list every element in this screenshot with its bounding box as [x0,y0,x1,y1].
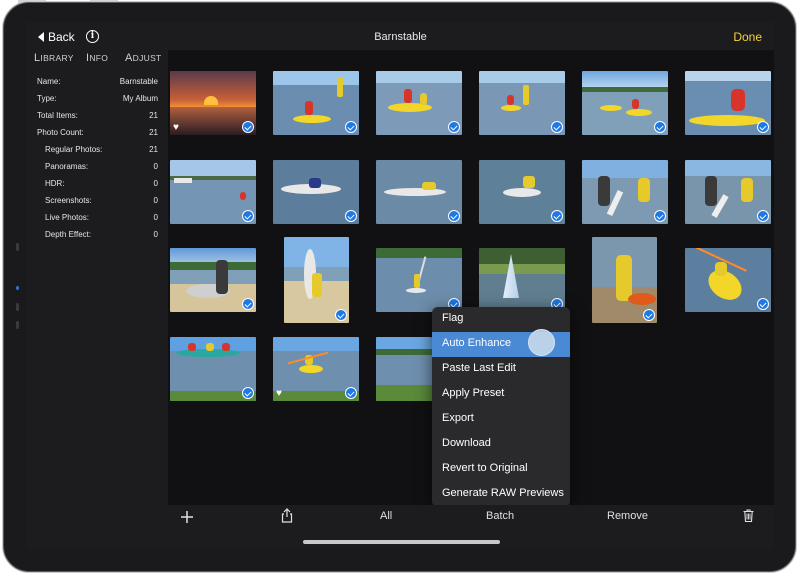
selected-check-icon [757,121,769,133]
photo-thumbnail[interactable] [376,160,462,224]
photo-thumbnail[interactable] [479,160,565,224]
selected-check-icon [654,121,666,133]
plus-icon[interactable] [181,510,193,523]
info-row-panoramas: Panoramas: 0 [45,162,158,171]
batch-button[interactable]: Batch [486,510,514,522]
photo-thumbnail[interactable] [376,248,462,312]
selected-check-icon [551,121,563,133]
tab-library[interactable]: LIBRARY [34,52,74,64]
album-info-list: Name: Barnstable Type: My Album Total Item… [37,77,158,247]
remove-button[interactable]: Remove [607,510,648,522]
photo-thumbnail[interactable] [170,160,256,224]
selected-check-icon [654,210,666,222]
selected-check-icon [643,309,655,321]
photo-thumbnail[interactable] [582,71,668,135]
photo-thumbnail[interactable] [592,237,657,323]
page-title: Barnstable [374,31,427,43]
share-icon[interactable] [281,508,293,523]
photo-thumbnail[interactable] [170,248,256,312]
menu-item-apply-preset[interactable]: Apply Preset [432,382,570,407]
photo-thumbnail[interactable] [685,248,771,312]
trash-icon[interactable] [743,509,754,523]
photo-thumbnail[interactable] [273,71,359,135]
photo-thumbnail[interactable]: ♥ [273,337,359,401]
menu-item-download[interactable]: Download [432,432,570,457]
photo-thumbnail[interactable] [376,71,462,135]
photo-thumbnail[interactable] [685,71,771,135]
favorite-heart-icon: ♥ [276,388,282,399]
selected-check-icon [345,121,357,133]
home-indicator[interactable] [303,540,500,544]
all-button[interactable]: All [380,510,392,522]
photo-thumbnail[interactable] [284,237,349,323]
menu-item-export[interactable]: Export [432,407,570,432]
bottom-toolbar: All Batch Remove [168,505,774,529]
photo-thumbnail[interactable] [479,248,565,312]
selected-check-icon [448,210,460,222]
photo-thumbnail[interactable] [582,160,668,224]
info-row-screenshots: Screenshots: 0 [45,196,158,205]
app-screen: Back i Barnstable Done LIBRARY INFO ADJU… [27,22,774,549]
info-row-regular-photos: Regular Photos: 21 [45,145,158,154]
menu-item-flag[interactable]: Flag [432,307,570,332]
selected-check-icon [757,210,769,222]
touch-indicator [528,329,555,356]
photo-thumbnail[interactable] [685,160,771,224]
menu-item-generate-raw-previews[interactable]: Generate RAW Previews [432,482,570,507]
photo-thumbnail[interactable]: ♥ [170,71,256,135]
selected-check-icon [242,387,254,399]
info-row-depth-effect: Depth Effect: 0 [45,230,158,239]
menu-item-paste-last-edit[interactable]: Paste Last Edit [432,357,570,382]
info-row-hdr: HDR: 0 [45,179,158,188]
menu-item-revert-to-original[interactable]: Revert to Original [432,457,570,482]
selected-check-icon [345,210,357,222]
tab-info[interactable]: INFO [86,52,108,64]
sidebar: LIBRARY INFO ADJUST Name: Barnstable Type… [27,50,168,529]
selected-check-icon [551,210,563,222]
info-row-live-photos: Live Photos: 0 [45,213,158,222]
selected-check-icon [242,121,254,133]
photo-thumbnail[interactable] [479,71,565,135]
photo-thumbnail[interactable] [170,337,256,401]
info-row-type: Type: My Album [37,94,158,103]
info-row-photo-count: Photo Count: 21 [37,128,158,137]
selected-check-icon [335,309,347,321]
favorite-heart-icon: ♥ [173,122,179,133]
navigation-bar: Back i Barnstable Done [27,22,774,50]
selected-check-icon [242,210,254,222]
done-button[interactable]: Done [733,30,762,44]
selected-check-icon [757,298,769,310]
info-row-name: Name: Barnstable [37,77,158,86]
selected-check-icon [448,121,460,133]
photo-thumbnail[interactable] [376,337,432,401]
selected-check-icon [242,298,254,310]
photo-thumbnail[interactable] [273,160,359,224]
info-row-total-items: Total Items: 21 [37,111,158,120]
tab-adjust[interactable]: ADJUST [125,52,162,64]
selected-check-icon [345,387,357,399]
